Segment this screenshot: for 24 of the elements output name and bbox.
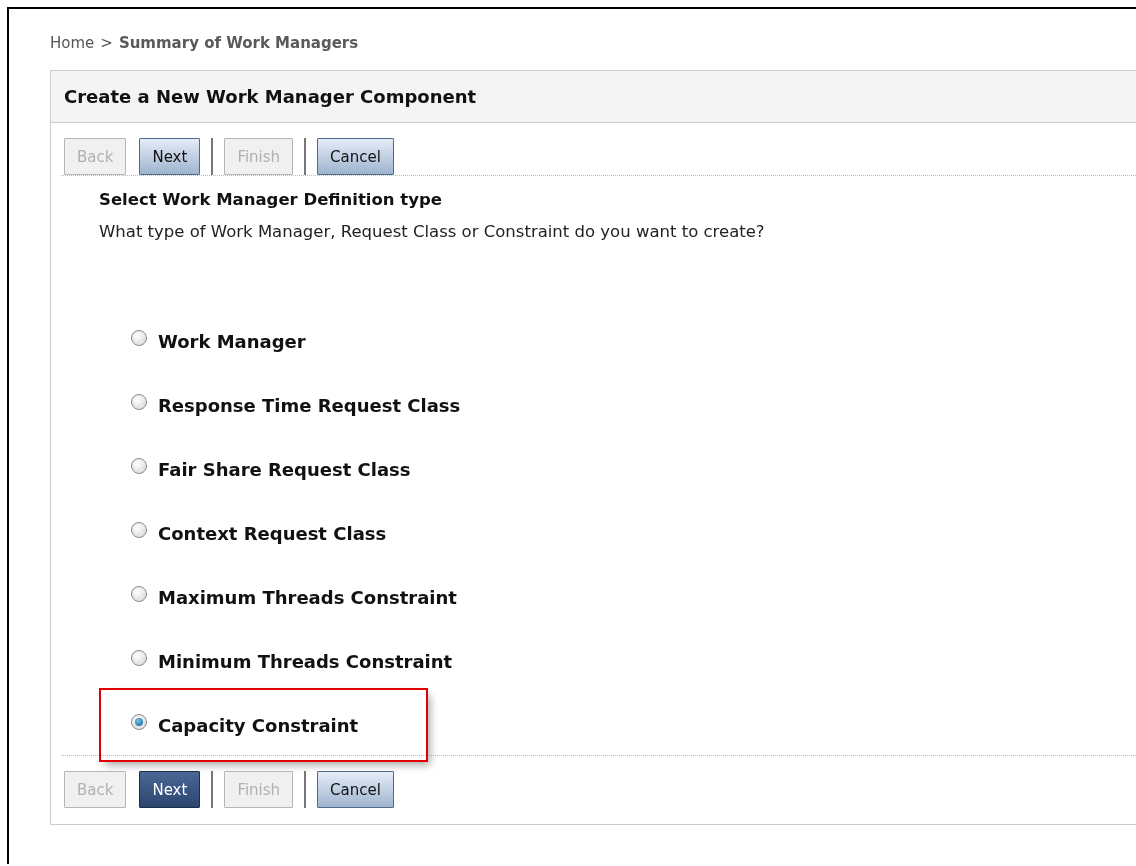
wizard-button[interactable]: Next <box>139 771 201 808</box>
option-label: Fair Share Request Class <box>158 458 411 480</box>
radio-button[interactable] <box>131 714 147 730</box>
section-heading: Select Work Manager Definition type <box>99 190 443 209</box>
section-description: What type of Work Manager, Request Class or Constraint do you want to create? <box>99 222 766 241</box>
radio-button[interactable] <box>131 586 147 602</box>
option-label: Context Request Class <box>158 522 387 544</box>
breadcrumb-current: Summary of Work Managers <box>118 34 359 54</box>
breadcrumb-link[interactable]: Home <box>50 34 95 70</box>
option-label: Minimum Threads Constraint <box>158 650 453 672</box>
option-label: Response Time Request Class <box>158 394 461 416</box>
option-label: Work Manager <box>158 330 306 352</box>
radio-button[interactable] <box>131 650 147 666</box>
wizard-button[interactable]: Cancel <box>317 138 394 175</box>
option-label: Maximum Threads Constraint <box>158 586 457 608</box>
option-label: Capacity Constraint <box>158 714 359 736</box>
radio-button[interactable] <box>131 330 147 346</box>
wizard-button[interactable]: Next <box>139 138 201 175</box>
radio-button[interactable] <box>131 522 147 538</box>
radio-button[interactable] <box>131 394 147 410</box>
panel-title: Create a New Work Manager Component <box>51 71 1136 123</box>
wizard-button[interactable]: Cancel <box>317 771 394 808</box>
breadcrumb-separator: > <box>100 34 113 54</box>
radio-button[interactable] <box>131 458 147 474</box>
